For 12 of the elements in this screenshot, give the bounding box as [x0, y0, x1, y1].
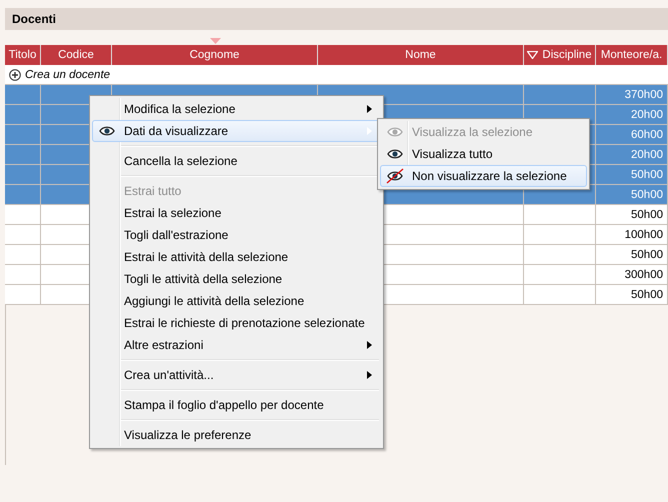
table-cell: 20h00 — [631, 108, 663, 120]
table-cell: 50h00 — [631, 188, 663, 200]
table-cell: 300h00 — [624, 268, 663, 280]
table-cell: 50h00 — [631, 208, 663, 220]
table-cell: 370h00 — [624, 88, 663, 100]
panel-title: Docenti — [12, 12, 56, 26]
table-cell: 20h00 — [631, 148, 663, 160]
table-cell: 50h00 — [631, 248, 663, 260]
table-cell: 50h00 — [631, 288, 663, 300]
table-cell: 100h00 — [624, 228, 663, 240]
table-cell: 50h00 — [631, 168, 663, 180]
table-cell: 60h00 — [631, 128, 663, 140]
